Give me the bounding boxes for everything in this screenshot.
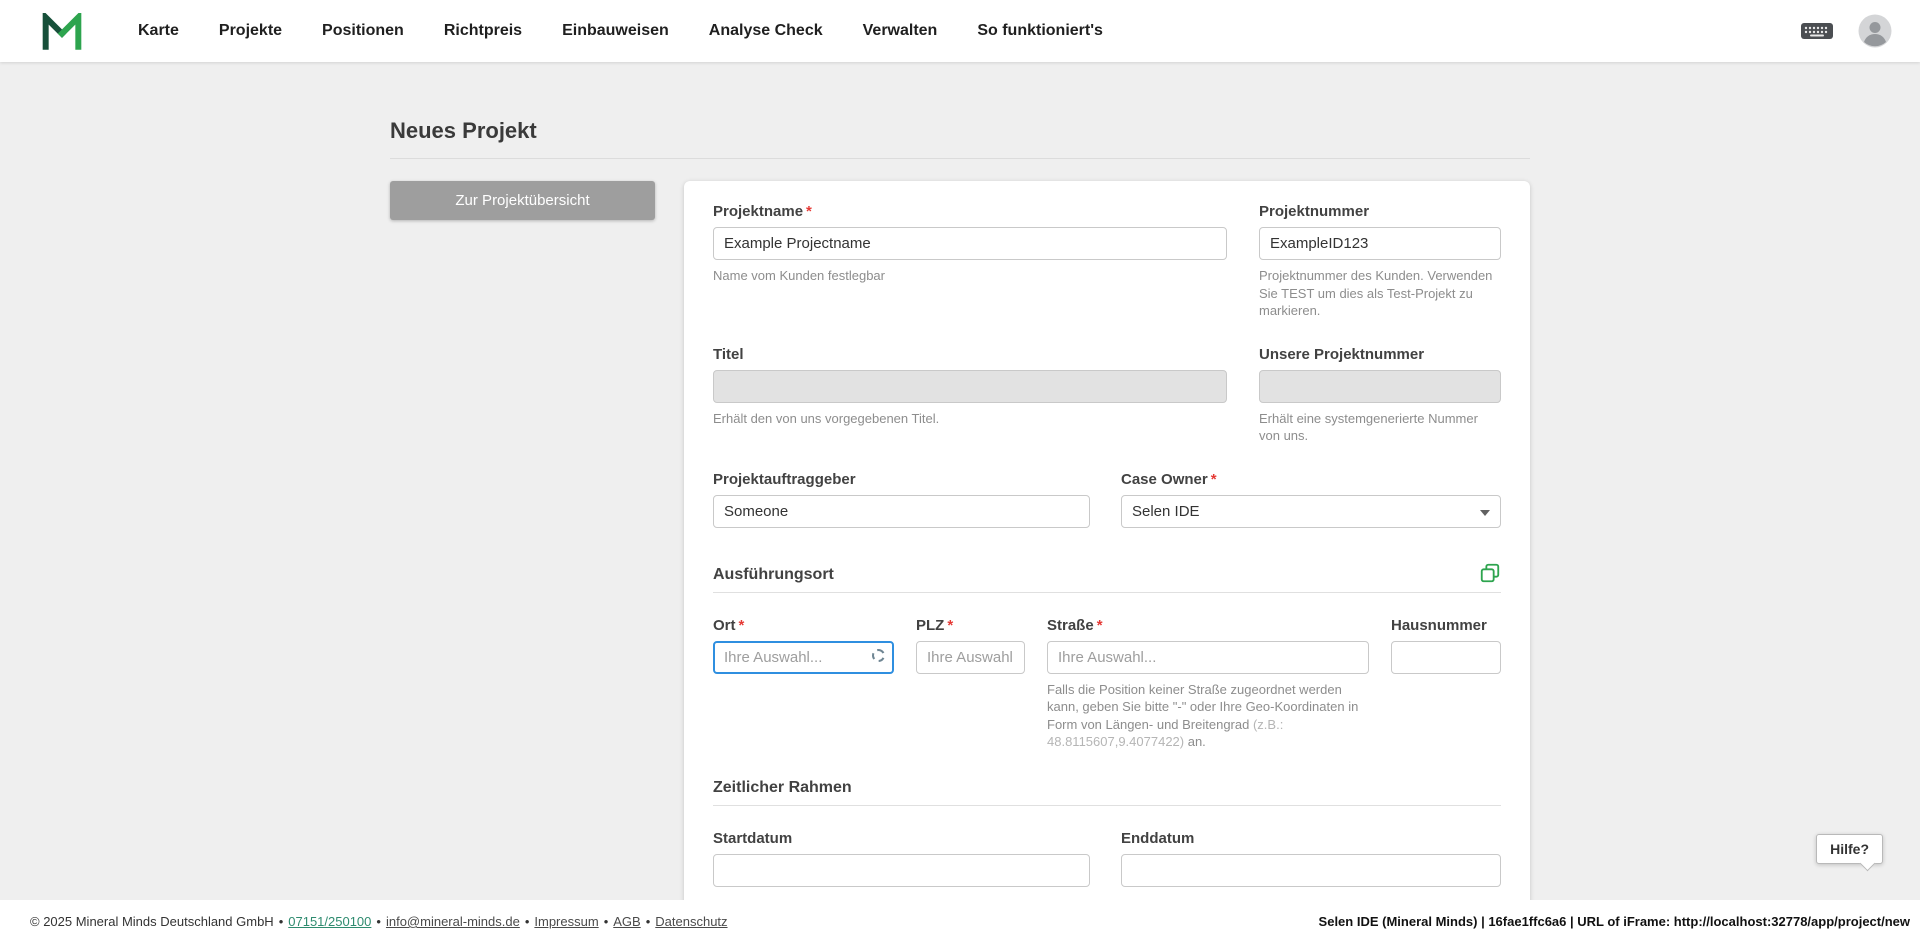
nav-item-karte[interactable]: Karte	[138, 22, 179, 40]
footer-session-info: Selen IDE (Mineral Minds) | 16fae1ffc6a6…	[1319, 914, 1910, 929]
titel-help: Erhält den von uns vorgegebenen Titel.	[713, 410, 1227, 428]
footer-separator: •	[646, 914, 651, 929]
location-fields-row: Ort* PLZ* Straße*	[713, 617, 1501, 751]
title-divider	[390, 158, 1530, 159]
footer: © 2025 Mineral Minds Deutschland GmbH • …	[0, 900, 1920, 943]
footer-separator: •	[376, 914, 381, 929]
copy-icon[interactable]	[1479, 562, 1501, 584]
nav-item-einbauweisen[interactable]: Einbauweisen	[562, 22, 669, 40]
keyboard-icon[interactable]	[1800, 19, 1834, 43]
form-row-titel-number: Titel Erhält den von uns vorgegebenen Ti…	[713, 346, 1501, 445]
form-row-name-number: Projektname* Name vom Kunden festlegbar …	[713, 203, 1501, 320]
startdatum-label: Startdatum	[713, 830, 1090, 847]
footer-agb-link[interactable]: AGB	[613, 914, 640, 929]
strasse-help: Falls die Position keiner Straße zugeord…	[1047, 681, 1369, 751]
startdatum-input[interactable]	[713, 854, 1090, 887]
zur-projektuebersicht-button[interactable]: Zur Projektübersicht	[390, 181, 655, 220]
zeitlicher-rahmen-heading: Zeitlicher Rahmen	[713, 779, 852, 797]
unsere-projektnummer-label: Unsere Projektnummer	[1259, 346, 1501, 363]
ort-input[interactable]	[713, 641, 894, 674]
projektname-label: Projektname*	[713, 203, 1227, 220]
titel-input	[713, 370, 1227, 403]
user-avatar[interactable]	[1858, 14, 1892, 48]
projektname-input[interactable]	[713, 227, 1227, 260]
project-form-card: Projektname* Name vom Kunden festlegbar …	[684, 181, 1530, 900]
mineral-minds-logo-icon	[42, 13, 82, 50]
case-owner-select[interactable]: Selen IDE	[1121, 495, 1501, 528]
form-row-auftraggeber-owner: Projektauftraggeber Case Owner* Selen ID…	[713, 471, 1501, 528]
brand-logo[interactable]	[42, 13, 82, 50]
footer-copyright: © 2025 Mineral Minds Deutschland GmbH	[30, 914, 274, 929]
enddatum-label: Enddatum	[1121, 830, 1501, 847]
hausnummer-label: Hausnummer	[1391, 617, 1501, 634]
titel-label: Titel	[713, 346, 1227, 363]
nav-item-verwalten[interactable]: Verwalten	[863, 22, 938, 40]
unsere-projektnummer-input	[1259, 370, 1501, 403]
unsere-projektnummer-help: Erhält eine systemgenerierte Nummer von …	[1259, 410, 1501, 445]
footer-impressum-link[interactable]: Impressum	[534, 914, 598, 929]
navbar-actions	[1800, 14, 1892, 48]
footer-email-link[interactable]: info@mineral-minds.de	[386, 914, 520, 929]
nav-item-projekte[interactable]: Projekte	[219, 22, 282, 40]
top-navbar: Karte Projekte Positionen Richtpreis Ein…	[0, 0, 1920, 62]
case-owner-value: Selen IDE	[1132, 503, 1200, 520]
nav-item-richtpreis[interactable]: Richtpreis	[444, 22, 522, 40]
chevron-down-icon	[1480, 510, 1490, 516]
ort-label: Ort*	[713, 617, 894, 634]
footer-session-details: (Mineral Minds) | 16fae1ffc6a6 | URL of …	[1379, 914, 1910, 929]
plz-label: PLZ*	[916, 617, 1025, 634]
nav-item-so-funktionierts[interactable]: So funktioniert's	[977, 22, 1103, 40]
footer-separator: •	[525, 914, 530, 929]
required-asterisk: *	[1211, 471, 1217, 488]
nav-menu: Karte Projekte Positionen Richtpreis Ein…	[138, 22, 1800, 40]
required-asterisk: *	[806, 203, 812, 220]
projektnummer-input[interactable]	[1259, 227, 1501, 260]
required-asterisk: *	[1097, 617, 1103, 634]
projektauftraggeber-label: Projektauftraggeber	[713, 471, 1090, 488]
footer-separator: •	[604, 914, 609, 929]
hilfe-button[interactable]: Hilfe?	[1816, 834, 1883, 864]
enddatum-input[interactable]	[1121, 854, 1501, 887]
footer-datenschutz-link[interactable]: Datenschutz	[655, 914, 727, 929]
footer-phone-link[interactable]: 07151/250100	[288, 914, 371, 929]
main-content: Neues Projekt Zur Projektübersicht Proje…	[0, 62, 1920, 900]
projektnummer-label: Projektnummer	[1259, 203, 1501, 220]
zeitlicher-rahmen-section-header: Zeitlicher Rahmen	[713, 779, 1501, 806]
projektname-help: Name vom Kunden festlegbar	[713, 267, 1227, 285]
required-asterisk: *	[947, 617, 953, 634]
plz-input[interactable]	[916, 641, 1025, 674]
projektauftraggeber-input[interactable]	[713, 495, 1090, 528]
footer-left: © 2025 Mineral Minds Deutschland GmbH • …	[30, 914, 728, 929]
nav-item-analyse-check[interactable]: Analyse Check	[709, 22, 823, 40]
nav-item-positionen[interactable]: Positionen	[322, 22, 404, 40]
footer-separator: •	[279, 914, 284, 929]
user-avatar-icon	[1858, 14, 1892, 48]
footer-user-name: Selen IDE	[1319, 914, 1379, 929]
ausfuehrungsort-section-header: Ausführungsort	[713, 562, 1501, 593]
required-asterisk: *	[739, 617, 745, 634]
projektnummer-help: Projektnummer des Kunden. Verwenden Sie …	[1259, 267, 1501, 320]
strasse-input[interactable]	[1047, 641, 1369, 674]
strasse-label: Straße*	[1047, 617, 1369, 634]
ausfuehrungsort-heading: Ausführungsort	[713, 566, 834, 584]
case-owner-label: Case Owner*	[1121, 471, 1501, 488]
date-fields-row: Startdatum Enddatum	[713, 830, 1501, 887]
hausnummer-input[interactable]	[1391, 641, 1501, 674]
page-title: Neues Projekt	[390, 118, 1530, 158]
